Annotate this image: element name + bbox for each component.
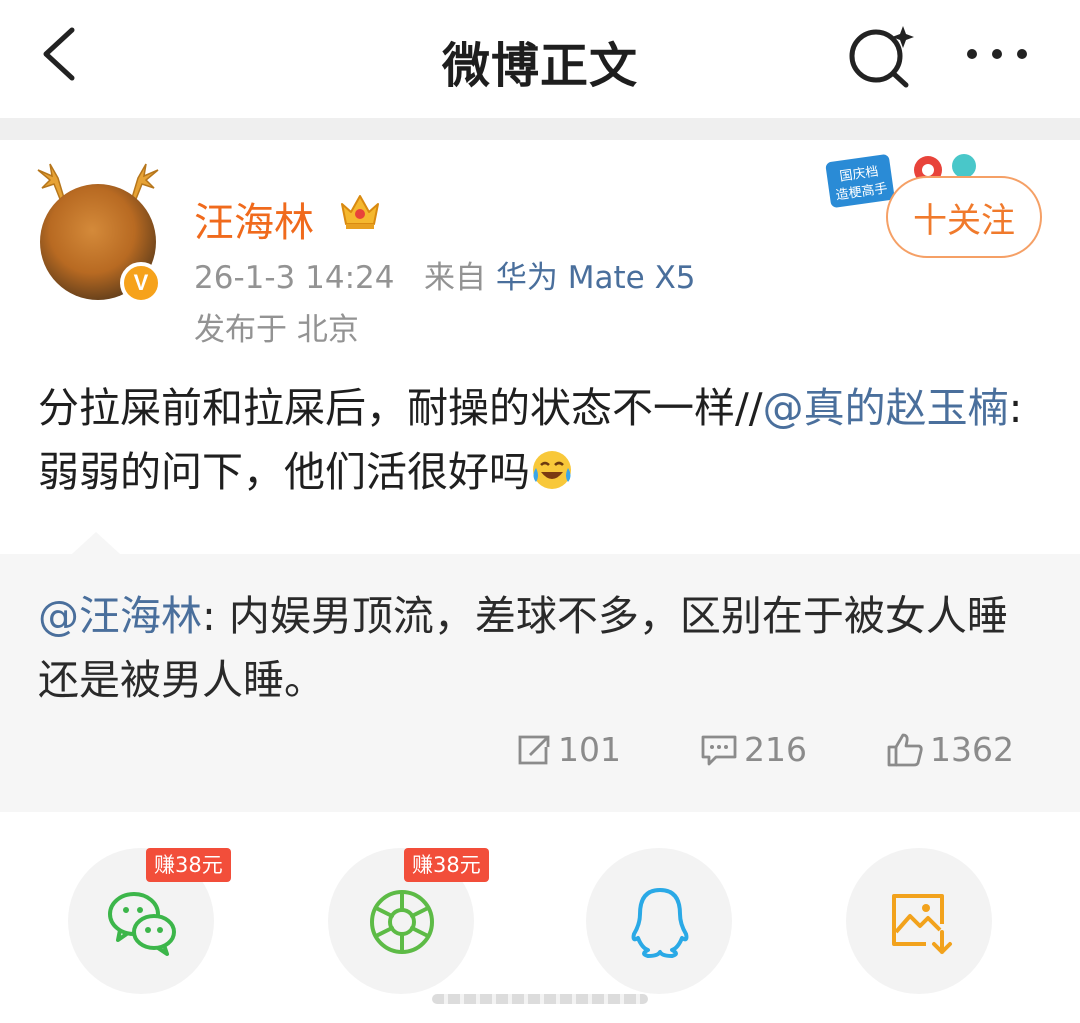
- device-link[interactable]: 华为 Mate X5: [496, 260, 696, 296]
- post-card: V 汪海林 26-1-3 14:24 来自 华为 Mate X5 发布于 北京 …: [0, 140, 1080, 812]
- moments-reward-badge: 赚38元: [404, 848, 489, 882]
- laugh-cry-emoji-icon: [533, 451, 571, 489]
- quoted-author-link[interactable]: @汪海林: [38, 592, 202, 640]
- like-number: 1362: [930, 730, 1014, 769]
- post-time: 26-1-3 14:24: [194, 260, 395, 296]
- search-icon[interactable]: [846, 22, 916, 88]
- source-prefix: 来自: [424, 260, 487, 296]
- post-meta: 26-1-3 14:24 来自 华为 Mate X5: [194, 252, 696, 297]
- qq-icon: [631, 888, 689, 958]
- post-content: 分拉屎前和拉屎后，耐操的状态不一样//@真的赵玉楠:弱弱的问下，他们活很好吗: [38, 376, 1048, 504]
- home-indicator: [432, 994, 648, 1004]
- post-text-main: 分拉屎前和拉屎后，耐操的状态不一样//: [38, 384, 763, 432]
- share-qq-button[interactable]: [586, 848, 732, 994]
- quote-pointer: [72, 532, 120, 554]
- save-image-button[interactable]: [846, 848, 992, 994]
- verified-icon: V: [120, 262, 162, 304]
- crown-icon: [341, 195, 379, 229]
- save-image-icon: [892, 894, 952, 954]
- wechat-reward-badge: 赚38元: [146, 848, 231, 882]
- comment-number: 216: [744, 730, 807, 769]
- repost-count[interactable]: 101: [516, 730, 621, 769]
- follow-button[interactable]: 十关注: [886, 176, 1042, 258]
- mention-link[interactable]: @真的赵玉楠: [763, 384, 1009, 432]
- like-count[interactable]: 1362: [886, 730, 1014, 769]
- moments-icon: [370, 890, 434, 954]
- top-bar: 微博正文: [0, 0, 1080, 118]
- quoted-text: @汪海林: 内娱男顶流，差球不多，区别在于被女人睡还是被男人睡。: [38, 584, 1048, 712]
- repost-number: 101: [558, 730, 621, 769]
- page-title: 微博正文: [441, 38, 638, 94]
- post-location: 发布于 北京: [194, 312, 359, 348]
- quoted-post[interactable]: @汪海林: 内娱男顶流，差球不多，区别在于被女人睡还是被男人睡。 101 216…: [0, 532, 1080, 812]
- author-name[interactable]: 汪海林: [194, 190, 314, 248]
- repost-icon: [518, 735, 550, 764]
- avatar-container[interactable]: V: [32, 162, 164, 304]
- comment-icon: [701, 735, 737, 765]
- section-divider: [0, 118, 1080, 140]
- more-icon[interactable]: [964, 44, 1034, 64]
- like-icon: [887, 733, 923, 766]
- wechat-icon: [108, 892, 176, 956]
- comment-count[interactable]: 216: [700, 730, 807, 769]
